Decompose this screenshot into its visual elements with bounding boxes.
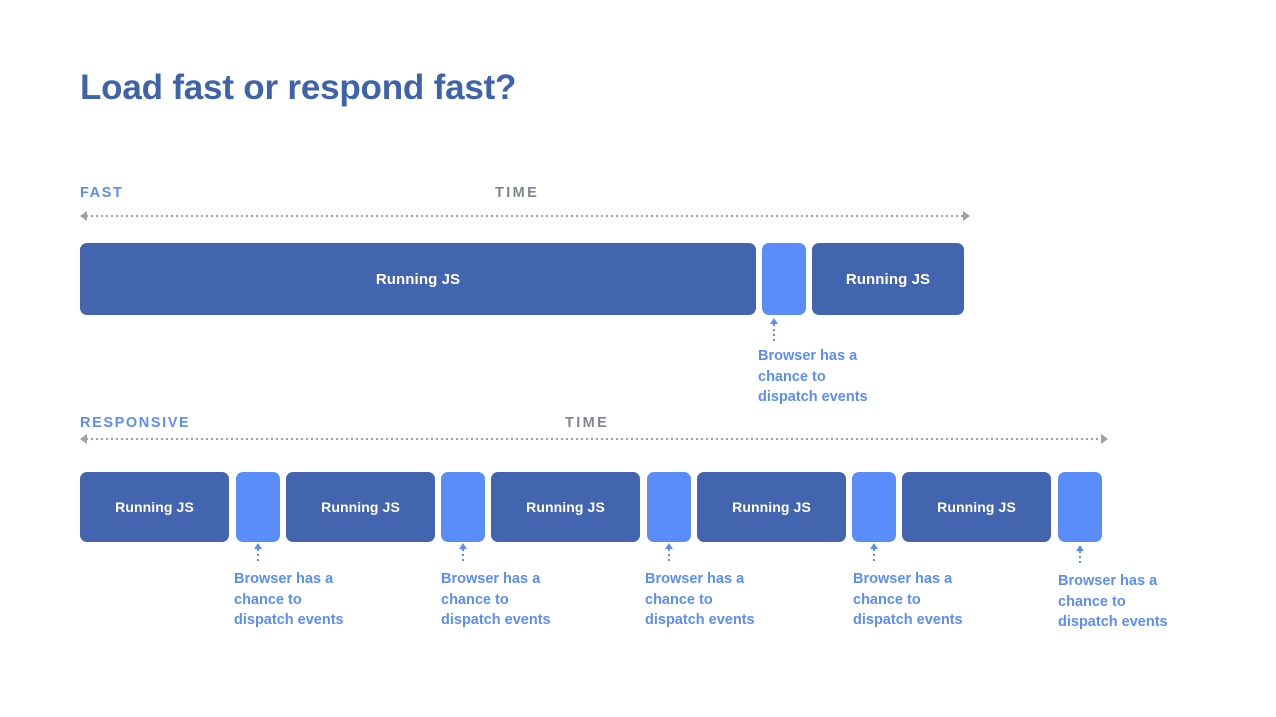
slide-canvas: Load fast or respond fast? FAST TIME Run… [0,0,1276,717]
timeline-axis-fast [80,211,970,221]
callout-stem [668,549,670,563]
block-running-js[interactable]: Running JS [902,472,1051,542]
callout-dispatch-events: Browser has a chance to dispatch events [758,318,958,428]
timeline-arrow-right-icon [1101,434,1108,444]
section-label-fast: FAST [80,185,124,201]
block-label: Running JS [115,499,194,515]
timeline-track-fast: Running JS Running JS [0,243,1276,315]
callout-stem [873,549,875,563]
block-event-gap[interactable] [762,243,806,315]
block-running-js[interactable]: Running JS [80,472,229,542]
block-label: Running JS [845,270,931,288]
block-label: Running JS [732,499,811,515]
callout-text: Browser has a chance to dispatch events [441,571,551,628]
callout-text: Browser has a chance to dispatch events [853,571,963,628]
block-running-js[interactable]: Running JS [812,243,964,315]
callout-stem [1079,551,1081,565]
block-label: Running JS [321,499,400,515]
callout-text: Browser has a chance to dispatch events [645,571,755,628]
block-label: Running JS [375,270,461,288]
callout-dispatch-events: Browser has a chance to dispatch events [441,543,641,643]
block-event-gap[interactable] [236,472,280,542]
callout-text: Browser has a chance to dispatch events [758,348,868,405]
callout-stem [257,549,259,563]
timeline-dotted-line [86,438,1102,440]
block-label: Running JS [526,499,605,515]
callout-dispatch-events: Browser has a chance to dispatch events [234,543,434,643]
block-event-gap[interactable] [647,472,691,542]
page-title: Load fast or respond fast? [80,68,517,107]
callout-text: Browser has a chance to dispatch events [234,571,344,628]
block-running-js[interactable]: Running JS [286,472,435,542]
fast-section-header: FAST TIME [80,185,980,205]
block-running-js[interactable]: Running JS [80,243,756,315]
responsive-section-header: RESPONSIVE TIME [80,415,1120,435]
block-event-gap[interactable] [852,472,896,542]
callout-dispatch-events: Browser has a chance to dispatch events [645,543,845,643]
block-event-gap[interactable] [1058,472,1102,542]
timeline-axis-responsive [80,434,1108,444]
timeline-dotted-line [86,215,964,217]
time-axis-label-fast: TIME [495,185,540,201]
block-running-js[interactable]: Running JS [697,472,846,542]
callout-stem [462,549,464,563]
callout-text: Browser has a chance to dispatch events [1058,573,1168,630]
section-label-responsive: RESPONSIVE [80,415,191,431]
block-label: Running JS [937,499,1016,515]
callout-stem [773,324,775,342]
block-running-js[interactable]: Running JS [491,472,640,542]
time-axis-label-responsive: TIME [565,415,610,431]
timeline-arrow-right-icon [963,211,970,221]
block-event-gap[interactable] [441,472,485,542]
callout-dispatch-events: Browser has a chance to dispatch events [853,543,1053,643]
timeline-track-responsive: Running JS Running JS Running JS Running… [0,472,1276,542]
callout-dispatch-events: Browser has a chance to dispatch events [1058,545,1268,645]
